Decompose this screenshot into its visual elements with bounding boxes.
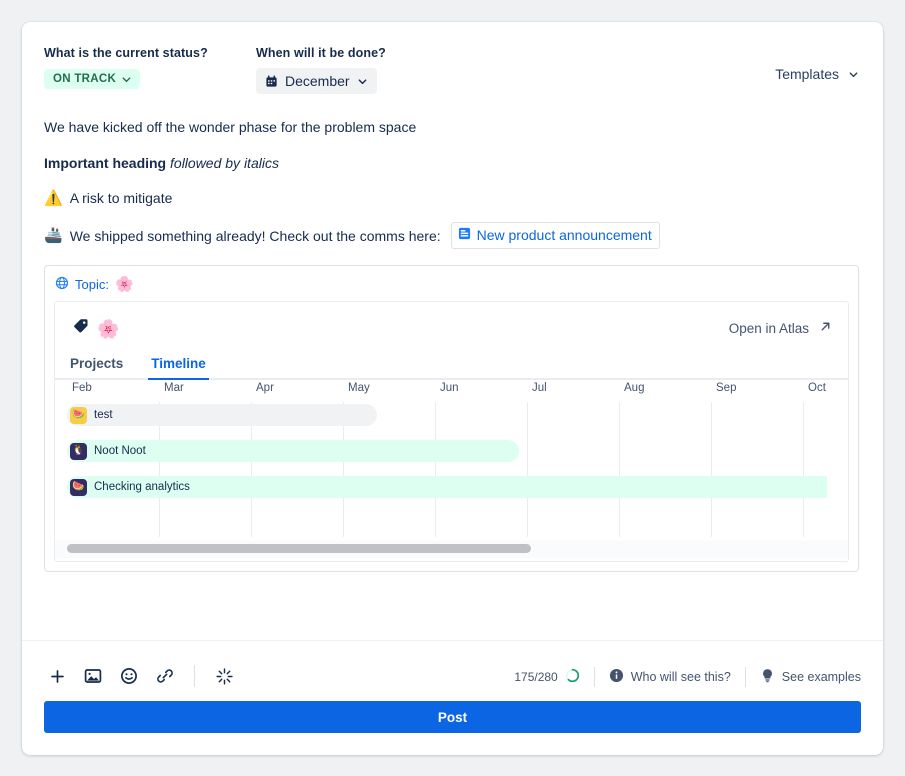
info-icon [609,668,624,686]
timeline-month-label: May [348,382,370,394]
topic-embed-card: Topic: 🌸 🌸 Open in Atlas Projects Timeli… [44,265,859,572]
timeline-month-label: Jul [532,382,547,394]
composer-footer: 175/280 Who will see this? See examples … [22,640,883,755]
atlas-embed-top: 🌸 Open in Atlas [55,302,848,352]
timeline-rows: 🍉 test 🐧 Noot Noot 🍉 Checking analytics [55,404,848,537]
timeline-bar-label: Checking analytics [94,481,190,493]
open-in-atlas-label: Open in Atlas [728,320,809,336]
link-icon[interactable] [152,663,178,689]
embed-topic-header: Topic: 🌸 [45,266,858,302]
tab-projects[interactable]: Projects [67,356,126,378]
screen: What is the current status? ON TRACK Whe… [0,0,905,776]
timeline-month-label: Sep [716,382,737,394]
tab-timeline[interactable]: Timeline [148,356,209,380]
timeline-scrollbar-thumb[interactable] [67,544,531,553]
risk-text: A risk to mitigate [69,190,173,206]
atlas-embed-panel: 🌸 Open in Atlas Projects Timeline Feb Mar… [54,301,849,562]
paragraph-2: Important heading followed by italics [44,153,279,173]
footer-meta: 175/280 Who will see this? See examples [514,667,861,687]
timeline-bar[interactable]: 🍉 Checking analytics [67,476,827,498]
paragraph-shipped: 🚢 We shipped something already! Check ou… [44,222,660,249]
timeline-bar[interactable]: 🍉 test [67,404,377,426]
timeline-bar-label: test [94,409,113,421]
progress-ring-icon [565,668,580,686]
warning-icon: ⚠️ [44,189,63,207]
composer-toolbar [44,663,237,689]
heading-bold-text: Important heading [44,155,167,171]
status-value: ON TRACK [53,73,117,85]
add-button[interactable] [44,663,70,689]
date-field-label: When will it be done? [256,46,386,60]
status-field: What is the current status? ON TRACK [44,46,208,89]
status-field-label: What is the current status? [44,46,208,60]
who-will-see-this-link[interactable]: Who will see this? [609,668,731,686]
who-will-see-this-label: Who will see this? [630,670,731,684]
toolbar-divider [194,665,195,687]
timeline-month-label: Apr [256,382,274,394]
chevron-down-icon [848,69,859,80]
target-date-dropdown[interactable]: December [256,68,377,94]
target-date-value: December [285,73,350,89]
document-icon [458,225,471,245]
status-update-composer: What is the current status? ON TRACK Whe… [22,22,883,755]
inline-link-label: New product announcement [476,227,652,243]
timeline-month-axis: Feb Mar Apr May Jun Jul Aug Sep Oct [67,382,848,404]
lightbulb-icon [760,668,775,686]
open-in-atlas-link[interactable]: Open in Atlas [729,320,832,336]
atlas-tab-bar: Projects Timeline [55,350,848,380]
sparkle-icon[interactable] [211,663,237,689]
emoji-icon[interactable] [116,663,142,689]
see-examples-label: See examples [781,670,861,684]
meta-divider [744,667,746,687]
external-link-icon [819,320,832,336]
paragraph-risk: ⚠️ A risk to mitigate [44,188,172,208]
character-counter: 175/280 [514,668,579,686]
timeline-month-label: Oct [808,382,826,394]
timeline-bar[interactable]: 🐧 Noot Noot [67,440,519,462]
inline-link-card[interactable]: New product announcement [450,222,660,249]
composer-header: What is the current status? ON TRACK Whe… [22,22,883,102]
timeline-month-label: Mar [164,382,184,394]
shipped-text: We shipped something already! Check out … [69,227,441,244]
project-avatar-icon: 🍉 [70,406,87,424]
heading-italic-text: followed by italics [170,155,279,171]
timeline-bar-label: Noot Noot [94,445,146,457]
timeline-month-label: Jun [440,382,459,394]
status-dropdown[interactable]: ON TRACK [44,69,141,89]
timeline-scrollbar-track[interactable] [55,540,848,558]
image-icon[interactable] [80,663,106,689]
calendar-icon [265,75,278,88]
post-button[interactable]: Post [44,701,861,733]
ship-icon: 🚢 [44,227,63,244]
paragraph-1: We have kicked off the wonder phase for … [44,119,417,135]
templates-dropdown[interactable]: Templates [775,66,859,82]
timeline-row: 🐧 Noot Noot [55,440,848,462]
meta-divider [593,667,595,687]
tag-icon [73,318,89,339]
chevron-down-icon [357,76,368,87]
character-counter-value: 175/280 [514,670,558,684]
cherry-blossom-icon: 🌸 [97,318,120,339]
timeline-month-label: Aug [624,382,645,394]
atlas-tag-row: 🌸 [73,318,119,339]
timeline-month-label: Feb [72,382,92,394]
templates-label: Templates [775,66,839,82]
project-avatar-icon: 🐧 [70,442,87,460]
date-field: When will it be done? December [256,46,386,94]
cherry-blossom-icon: 🌸 [114,275,134,293]
timeline-row: 🍉 Checking analytics [55,476,848,498]
see-examples-link[interactable]: See examples [760,668,861,686]
globe-icon [55,276,69,293]
embed-topic-label: Topic: [75,276,109,292]
project-avatar-icon: 🍉 [70,478,87,496]
chevron-down-icon [121,74,132,85]
timeline-row: 🍉 test [55,404,848,426]
timeline-chart[interactable]: Feb Mar Apr May Jun Jul Aug Sep Oct 🍉 test 🐧 Noot N… [55,382,848,561]
